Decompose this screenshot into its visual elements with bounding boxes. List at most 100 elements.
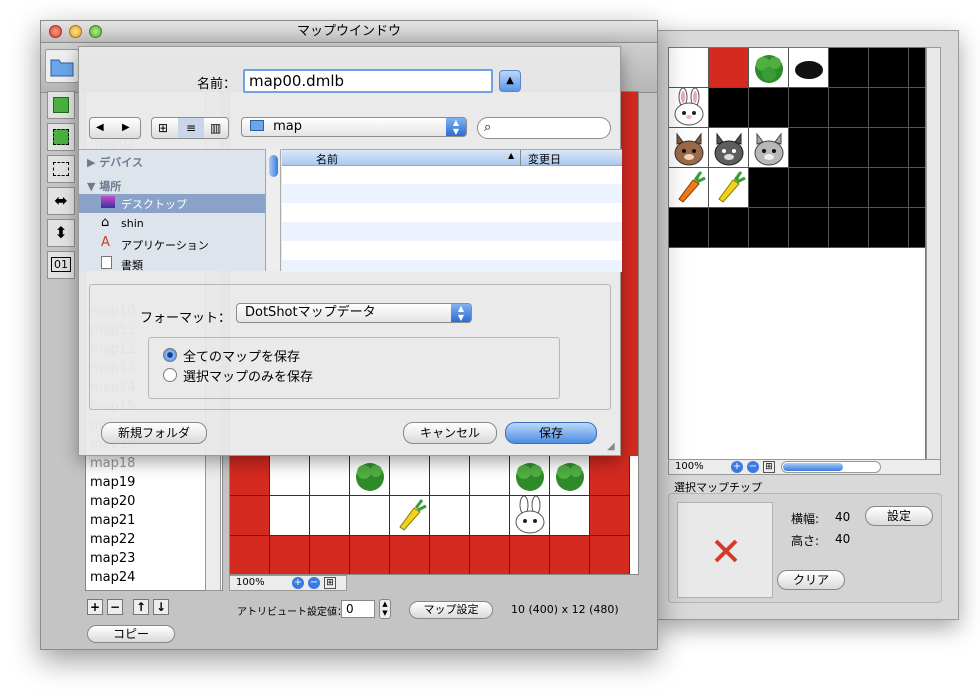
- chip-empty[interactable]: [829, 208, 869, 248]
- palette-horizontal-scrollbar[interactable]: [781, 461, 881, 473]
- stamp-tool-button[interactable]: [47, 123, 75, 151]
- chip-brown-rabbit[interactable]: [669, 128, 709, 168]
- map-tile[interactable]: [430, 456, 470, 496]
- chip-empty[interactable]: [749, 168, 789, 208]
- map-tile[interactable]: [510, 536, 550, 574]
- chip-empty[interactable]: [829, 88, 869, 128]
- map-tile[interactable]: [310, 456, 350, 496]
- radio-save-selected-label[interactable]: 選択マップのみを保存: [183, 366, 313, 385]
- list-item[interactable]: map24: [90, 568, 135, 587]
- chip-empty[interactable]: [909, 128, 925, 168]
- select-tool-button[interactable]: [47, 155, 75, 183]
- map-tile[interactable]: [470, 496, 510, 536]
- map-tile[interactable]: [350, 496, 390, 536]
- zoom-out-icon[interactable]: −: [308, 577, 320, 589]
- move-up-button[interactable]: ↑: [133, 599, 149, 615]
- chip-white-rabbit[interactable]: [669, 87, 709, 128]
- grid-toggle-icon[interactable]: ⊞: [324, 577, 336, 589]
- file-list[interactable]: 名前 ▲ 変更日: [282, 149, 622, 272]
- map-tile[interactable]: [270, 456, 310, 496]
- palette-zoom-value[interactable]: 100%: [675, 461, 704, 472]
- grid-toggle-icon[interactable]: ⊞: [763, 461, 775, 473]
- open-folder-button[interactable]: [45, 49, 79, 83]
- list-item[interactable]: map23: [90, 549, 135, 568]
- map-tile[interactable]: [510, 456, 550, 496]
- radio-save-all-label[interactable]: 全てのマップを保存: [183, 346, 300, 365]
- chip-empty[interactable]: [869, 128, 909, 168]
- resize-grip-icon[interactable]: ◢: [607, 441, 615, 452]
- chip-empty[interactable]: [789, 208, 829, 248]
- map-tile[interactable]: [230, 496, 270, 536]
- column-view-icon[interactable]: ▥: [210, 121, 221, 135]
- title-bar[interactable]: マップウインドウ: [41, 21, 657, 43]
- map-tile[interactable]: [390, 456, 430, 496]
- map-tile[interactable]: [430, 536, 470, 574]
- sidebar-scrollbar[interactable]: [267, 149, 281, 271]
- zoom-icon[interactable]: [89, 25, 102, 38]
- chip-empty[interactable]: [909, 48, 925, 88]
- chip-hole[interactable]: [789, 48, 829, 88]
- chip-empty[interactable]: [869, 168, 909, 208]
- chip-gray-wolf[interactable]: [749, 128, 789, 168]
- map-tile[interactable]: [390, 496, 430, 536]
- chip-empty[interactable]: [829, 128, 869, 168]
- list-item[interactable]: map19: [90, 473, 135, 492]
- list-item[interactable]: map22: [90, 530, 135, 549]
- map-tile[interactable]: [350, 536, 390, 574]
- map-tile[interactable]: [550, 536, 590, 574]
- map-tile[interactable]: [590, 496, 630, 536]
- chip-empty[interactable]: [789, 168, 829, 208]
- radio-save-selected[interactable]: [163, 368, 177, 382]
- chip-empty[interactable]: [669, 208, 709, 248]
- flip-vertical-button[interactable]: ⬍: [47, 219, 75, 247]
- list-item[interactable]: map21: [90, 511, 135, 530]
- chip-empty[interactable]: [829, 48, 869, 88]
- scroll-thumb[interactable]: [783, 463, 843, 471]
- table-row[interactable]: [282, 222, 622, 241]
- map-tile[interactable]: [550, 456, 590, 496]
- sidebar-item-home[interactable]: ⌂ shin: [79, 214, 265, 233]
- search-field[interactable]: ⌕: [477, 117, 611, 139]
- chip-bush[interactable]: [749, 48, 789, 88]
- list-view-icon[interactable]: ≡: [178, 118, 204, 138]
- chip-empty[interactable]: [869, 208, 909, 248]
- chip-palette-grid[interactable]: [668, 47, 926, 461]
- list-item[interactable]: map18: [90, 454, 135, 473]
- chip-empty[interactable]: [869, 48, 909, 88]
- map-tile[interactable]: [470, 456, 510, 496]
- close-icon[interactable]: [49, 25, 62, 38]
- list-item[interactable]: map25: [90, 587, 135, 590]
- attribute-value-field[interactable]: 0: [341, 600, 375, 618]
- zoom-in-icon[interactable]: +: [292, 577, 304, 589]
- filename-input[interactable]: map00.dmlb: [243, 69, 493, 93]
- chip-empty[interactable]: [749, 208, 789, 248]
- chip-empty[interactable]: [829, 168, 869, 208]
- map-tile[interactable]: [470, 536, 510, 574]
- column-name[interactable]: 名前: [316, 151, 338, 167]
- table-row[interactable]: [282, 184, 622, 203]
- map-tile[interactable]: [590, 456, 630, 496]
- map-tile[interactable]: [550, 496, 590, 536]
- set-button[interactable]: 設定: [865, 506, 933, 526]
- sidebar-item-documents[interactable]: 書類: [79, 254, 265, 272]
- icon-view-icon[interactable]: ⊞: [158, 121, 168, 135]
- chip-dark-wolf[interactable]: [709, 128, 749, 168]
- map-tile[interactable]: [310, 496, 350, 536]
- map-zoom-value[interactable]: 100%: [236, 577, 265, 588]
- radio-save-all[interactable]: [163, 348, 177, 362]
- map-tile[interactable]: [510, 495, 550, 536]
- zoom-in-icon[interactable]: +: [731, 461, 743, 473]
- cancel-button[interactable]: キャンセル: [403, 422, 497, 444]
- map-tile[interactable]: [310, 536, 350, 574]
- chip-red-tile[interactable]: [709, 48, 749, 88]
- scroll-thumb[interactable]: [269, 155, 278, 177]
- chip-empty[interactable]: [709, 88, 749, 128]
- map-tile[interactable]: [430, 496, 470, 536]
- map-tile[interactable]: [270, 536, 310, 574]
- chip-yellow-carrot[interactable]: [709, 168, 749, 208]
- map-tile[interactable]: [350, 456, 390, 496]
- sidebar-item-applications[interactable]: A アプリケーション: [79, 234, 265, 253]
- chip-empty[interactable]: [909, 88, 925, 128]
- map-tile[interactable]: [590, 536, 630, 574]
- format-popup[interactable]: DotShotマップデータ ▲ ▼: [236, 303, 472, 323]
